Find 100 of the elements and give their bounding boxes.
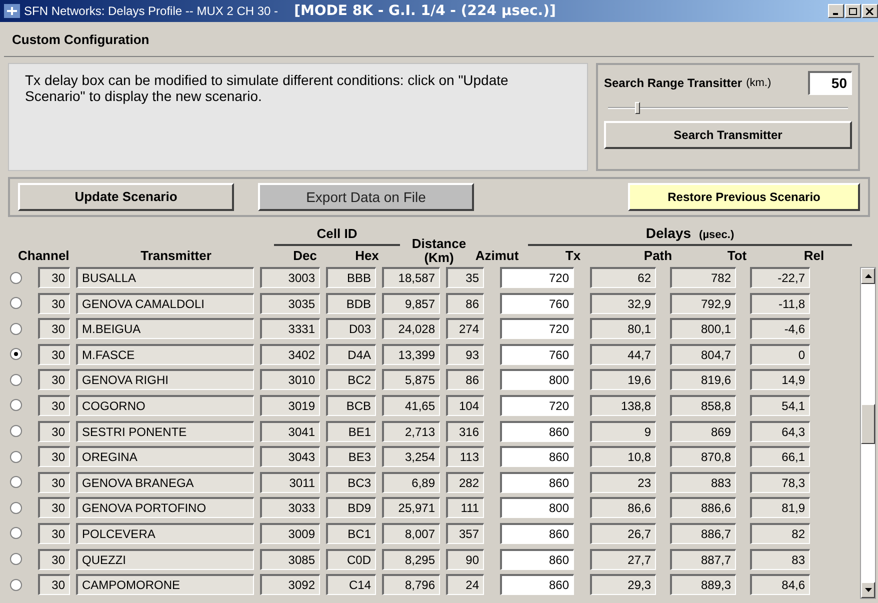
- channel-cell: 30: [38, 292, 70, 314]
- tot-cell: 889,3: [670, 574, 736, 596]
- dec-cell: 3085: [260, 548, 320, 570]
- column-header: Hex: [354, 246, 380, 264]
- action-button[interactable]: Restore Previous Scenario: [628, 183, 860, 211]
- tot-cell: 886,7: [670, 522, 736, 544]
- tx-delay-field[interactable]: 860: [500, 446, 574, 468]
- dec-cell: 3033: [260, 497, 320, 518]
- transmitter-cell: M.FASCE: [76, 344, 254, 365]
- tx-delay-field[interactable]: 760: [500, 344, 574, 365]
- tx-delay-field[interactable]: 860: [500, 472, 574, 493]
- scroll-thumb[interactable]: [861, 404, 875, 444]
- path-cell: 10,8: [590, 446, 656, 468]
- radio-button[interactable]: [10, 502, 22, 514]
- rel-cell: -11,8: [750, 292, 810, 314]
- close-button[interactable]: [862, 4, 878, 18]
- radio-button[interactable]: [10, 348, 22, 360]
- path-cell: 86,6: [590, 497, 656, 518]
- tx-delay-field[interactable]: 800: [500, 369, 574, 390]
- column-header: Rel: [802, 246, 826, 264]
- range-slider[interactable]: [608, 101, 848, 115]
- channel-cell: 30: [38, 420, 70, 442]
- unit-label: (µsec.): [699, 228, 734, 243]
- mode-label: [MODE 8K - G.I. 1/4 - (224 µsec.)]: [294, 2, 556, 20]
- distance-cell: 2,713: [382, 420, 440, 442]
- tx-delay-field[interactable]: 860: [500, 548, 574, 570]
- distance-cell: 3,254: [382, 446, 440, 468]
- slider-thumb[interactable]: [634, 102, 640, 114]
- section-title: Custom Configuration: [12, 32, 150, 47]
- tx-delay-field[interactable]: 760: [500, 292, 574, 314]
- rel-cell: 64,3: [750, 420, 810, 442]
- azimut-cell: 104: [446, 394, 484, 416]
- action-button[interactable]: Update Scenario: [18, 183, 234, 211]
- up-arrow-icon: [864, 274, 872, 278]
- hex-cell: BE1: [326, 420, 376, 442]
- info-text: Tx delay box can be modified to simulate different conditions: click on "Update Scenario" to display the new scenario.: [25, 72, 510, 104]
- column-header: Path: [642, 246, 674, 264]
- channel-cell: 30: [38, 344, 70, 365]
- rel-cell: 81,9: [750, 497, 810, 518]
- tot-cell: 800,1: [670, 318, 736, 340]
- hex-cell: D03: [326, 318, 376, 340]
- radio-button[interactable]: [10, 272, 22, 284]
- rel-cell: 83: [750, 548, 810, 570]
- tot-cell: 804,7: [670, 344, 736, 365]
- column-header: Transmitter: [140, 246, 212, 264]
- radio-button[interactable]: [10, 322, 22, 335]
- path-cell: 9: [590, 420, 656, 442]
- tot-cell: 887,7: [670, 548, 736, 570]
- maximize-button[interactable]: [845, 4, 861, 18]
- tx-delay-field[interactable]: 860: [500, 420, 574, 442]
- dec-cell: 3009: [260, 522, 320, 544]
- dec-cell: 3092: [260, 574, 320, 596]
- app-icon: [4, 4, 20, 18]
- distance-cell: 18,587: [382, 267, 440, 288]
- tx-delay-field[interactable]: 860: [500, 574, 574, 596]
- path-cell: 32,9: [590, 292, 656, 314]
- path-cell: 62: [590, 267, 656, 288]
- radio-button[interactable]: [10, 425, 22, 438]
- transmitter-cell: POLCEVERA: [76, 522, 254, 544]
- search-transmitter-button[interactable]: Search Transmitter: [604, 121, 852, 149]
- transmitter-cell: BUSALLA: [76, 267, 254, 288]
- transmitter-cell: GENOVA BRANEGA: [76, 472, 254, 493]
- unit-label: (km.): [746, 76, 772, 91]
- tx-delay-field[interactable]: 800: [500, 497, 574, 518]
- scrollbar[interactable]: [860, 267, 876, 599]
- range-field[interactable]: 50: [808, 71, 852, 95]
- tx-delay-field[interactable]: 720: [500, 267, 574, 288]
- tx-delay-field[interactable]: 720: [500, 394, 574, 416]
- hex-cell: BCB: [326, 394, 376, 416]
- action-button[interactable]: Export Data on File: [258, 183, 474, 211]
- hex-cell: C14: [326, 574, 376, 596]
- channel-cell: 30: [38, 267, 70, 288]
- path-cell: 29,3: [590, 574, 656, 596]
- tx-delay-field[interactable]: 720: [500, 318, 574, 340]
- radio-button[interactable]: [10, 476, 22, 488]
- azimut-cell: 93: [446, 344, 484, 365]
- transmitter-cell: GENOVA CAMALDOLI: [76, 292, 254, 314]
- dec-cell: 3402: [260, 344, 320, 365]
- radio-button[interactable]: [10, 553, 22, 566]
- radio-button[interactable]: [10, 297, 22, 310]
- hex-cell: C0D: [326, 548, 376, 570]
- tx-delay-field[interactable]: 860: [500, 522, 574, 544]
- radio-button[interactable]: [10, 450, 22, 463]
- minimize-button[interactable]: [828, 4, 844, 18]
- azimut-cell: 86: [446, 292, 484, 314]
- radio-button[interactable]: [10, 578, 22, 591]
- radio-button[interactable]: [10, 374, 22, 386]
- dec-cell: 3041: [260, 420, 320, 442]
- hex-cell: BC2: [326, 369, 376, 390]
- radio-button[interactable]: [10, 527, 22, 540]
- rel-cell: 54,1: [750, 394, 810, 416]
- channel-cell: 30: [38, 394, 70, 416]
- azimut-cell: 282: [446, 472, 484, 493]
- path-cell: 26,7: [590, 522, 656, 544]
- radio-button[interactable]: [10, 399, 22, 412]
- column-header: Tot: [726, 246, 748, 264]
- distance-cell: 24,028: [382, 318, 440, 340]
- azimut-cell: 113: [446, 446, 484, 468]
- channel-cell: 30: [38, 318, 70, 340]
- column-header: (Km): [423, 251, 455, 265]
